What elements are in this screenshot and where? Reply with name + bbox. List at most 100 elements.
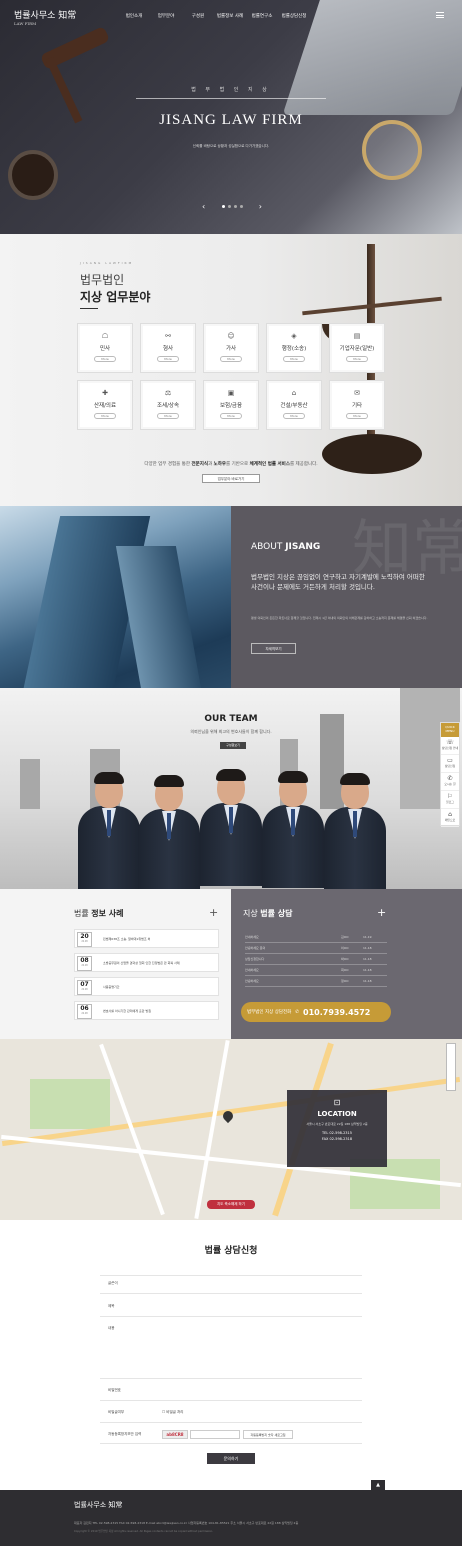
practice-card-civil[interactable]: ☖ 민사 More: [77, 323, 133, 373]
consult-section: 지상 법률 상담 + 안내하세요 김OO 11.19 안녕하세요 문의 이OO 11.1…: [231, 889, 462, 1039]
more-button[interactable]: More: [220, 413, 242, 419]
quick-menu-item[interactable]: ✆ 오시는 길: [441, 773, 459, 791]
about-section: 知常 ABOUT JISANG 법무법인 지상은 끊임없이 연구하고 자기계발에…: [0, 506, 462, 688]
nav-item-about[interactable]: 법인소개: [118, 13, 150, 19]
hero-description: 신뢰를 바탕으로 상황과 성실함으로 다가가겠습니다.: [192, 144, 270, 148]
footer-copyright: Copyright © 2019 법무법인 지상 All rights rese…: [74, 1530, 214, 1533]
practice-card-tax[interactable]: ⚖ 조세/상속 More: [140, 380, 196, 430]
phone-label: 법무법인 지상 상담전화: [247, 1010, 292, 1015]
info-plus-icon[interactable]: +: [209, 907, 218, 918]
practice-card-construction[interactable]: ⌂ 건설/부동산 More: [266, 380, 322, 430]
more-button[interactable]: More: [346, 356, 368, 362]
nav-item-consult[interactable]: 법률상담신청: [278, 13, 310, 19]
top-navigation: 법률사무소 知常 LAW FIRM 법인소개 업무분야 구성원 법률정보 사례 …: [0, 0, 462, 30]
consult-row[interactable]: 안내하세요 김OO 11.19: [245, 932, 387, 943]
consult-row[interactable]: 상담신청합니다 박OO 11.18: [245, 954, 387, 965]
subject-input[interactable]: [100, 1316, 362, 1317]
quick-menu-item[interactable]: ☏ 상담신청 안내: [441, 737, 459, 755]
practice-card-etc[interactable]: ✉ 기타 More: [329, 380, 385, 430]
map-expand-button[interactable]: 지도 축소해제 하기: [207, 1200, 255, 1209]
team-button[interactable]: 구성원보기: [220, 742, 246, 749]
map-section[interactable]: ⊡ LOCATION 서울시 서초구 반포대로 22길 188 삼익빌딩 2층 …: [0, 1039, 462, 1220]
nav-item-practice[interactable]: 업무분야: [150, 13, 182, 19]
submit-button[interactable]: 문의하기: [207, 1453, 255, 1464]
case-item[interactable]: 20 20.08 민법제638조 소송, 알바대1위법조 처: [74, 929, 219, 948]
secret-checkbox[interactable]: ☐ 비밀글 처리: [162, 1410, 183, 1415]
captcha-input[interactable]: [190, 1430, 240, 1439]
practice-card-label: 산재/의료: [93, 403, 117, 409]
quick-menu-item[interactable]: ⌂ 메인으로: [441, 809, 459, 827]
park-area: [30, 1079, 110, 1129]
location-fax: FAX 02-598-2318: [321, 1137, 353, 1141]
form-label-secret: 비밀글여부: [108, 1410, 125, 1414]
practice-title-2: 지상 업무분야: [80, 290, 151, 304]
more-button[interactable]: More: [220, 356, 242, 362]
slider-next-icon[interactable]: ›: [259, 202, 262, 211]
scroll-top-button[interactable]: ▲: [371, 1480, 385, 1490]
nav-item-research[interactable]: 법률연구소: [246, 13, 278, 19]
about-title: ABOUT JISANG: [251, 542, 321, 552]
main-nav: 법인소개 업무분야 구성원 법률정보 사례 법률연구소 법률상담신청: [118, 13, 310, 19]
consult-plus-icon[interactable]: +: [377, 907, 386, 918]
more-button[interactable]: More: [346, 413, 368, 419]
slider-dot[interactable]: [239, 204, 243, 208]
more-button[interactable]: More: [94, 356, 116, 362]
practice-card-admin[interactable]: ◈ 행정(소송) More: [266, 323, 322, 373]
writer-input[interactable]: [100, 1293, 362, 1294]
handcuffs-icon: ⚯: [165, 332, 171, 340]
consult-row[interactable]: 안녕하세요 문의 이OO 11.18: [245, 943, 387, 954]
nav-item-cases[interactable]: 법률정보 사례: [214, 13, 246, 19]
practice-link-button[interactable]: 업무분야 바로가기: [202, 474, 260, 483]
footer-logo: 법률사무소 知常: [74, 1501, 123, 1509]
consult-row[interactable]: 안내하세요 최OO 11.18: [245, 965, 387, 976]
slider-dot[interactable]: [233, 204, 237, 208]
consult-form-section: 법률 상담신청: [0, 1220, 462, 1490]
consult-row[interactable]: 안녕하세요 정OO 11.18: [245, 976, 387, 987]
more-button[interactable]: More: [283, 356, 305, 362]
slider-controls: ‹ ›: [202, 201, 262, 211]
slider-dots: [221, 204, 243, 208]
more-button[interactable]: More: [157, 356, 179, 362]
medical-cross-icon: ✚: [102, 389, 108, 397]
slider-dot[interactable]: [227, 204, 231, 208]
coffee-cup-image: [8, 150, 58, 200]
practice-card-label: 민사: [99, 346, 111, 352]
hamburger-menu-icon[interactable]: [436, 12, 444, 18]
more-button[interactable]: More: [157, 413, 179, 419]
form-divider: [100, 1275, 362, 1276]
site-logo[interactable]: 법률사무소 知常 LAW FIRM: [14, 8, 76, 26]
slider-dot[interactable]: [221, 204, 225, 208]
practice-card-insurance[interactable]: ▣ 보험/금융 More: [203, 380, 259, 430]
practice-eng-label: JISANG LAWFIRM: [80, 261, 134, 265]
practice-title-1: 법무법인: [80, 273, 125, 287]
team-subtitle: 의뢰인님을 위해 최고의 변호사들이 함께 합니다.: [190, 729, 272, 734]
quick-menu-item[interactable]: ⚐ 블로그: [441, 791, 459, 809]
practice-card-criminal[interactable]: ⚯ 형사 More: [140, 323, 196, 373]
practice-card-family[interactable]: ☺ 가사 More: [203, 323, 259, 373]
form-label-captcha: 자동등록방지보안 입력: [108, 1432, 142, 1436]
form-label-writer: 글쓴이: [108, 1281, 118, 1285]
captcha-refresh-button[interactable]: 자동등록방지 숫자 새로고침: [243, 1430, 293, 1439]
phone-banner[interactable]: 법무법인 지상 상담전화 ✆ 010.7939.4572: [241, 1002, 391, 1022]
about-text-panel: 知常 ABOUT JISANG 법무법인 지상은 끊임없이 연구하고 자기계발에…: [231, 506, 462, 688]
slider-prev-icon[interactable]: ‹: [202, 202, 205, 211]
form-label-password: 비밀번호: [108, 1388, 121, 1392]
house-icon: ☖: [101, 332, 109, 340]
footer-info: 대표자 김민지 TEL 02-598-2315 FAX 02-598-2318 …: [74, 1521, 299, 1525]
practice-card-corporate[interactable]: ▤ 기업자문(일반) More: [329, 323, 385, 373]
practice-card-medical[interactable]: ✚ 산재/의료 More: [77, 380, 133, 430]
map-zoom-control[interactable]: [446, 1043, 456, 1091]
practice-card-label: 기타: [351, 403, 363, 409]
content-textarea[interactable]: [100, 1378, 362, 1379]
password-input[interactable]: [100, 1400, 362, 1401]
nav-item-members[interactable]: 구성원: [182, 13, 214, 19]
quick-menu-item[interactable]: ▭ 상담신청: [441, 755, 459, 773]
case-item[interactable]: 08 20.08 소방공무원의 산업을 경과상 철회 인한 진정법은 만 회복 사례: [74, 953, 219, 972]
captcha-image: ab8CR8: [162, 1430, 188, 1439]
more-button[interactable]: More: [283, 413, 305, 419]
lawyer-photo: [324, 773, 386, 889]
more-button[interactable]: More: [94, 413, 116, 419]
case-item[interactable]: 06 20.08 변호사를 아니기한 관리에게 훈란 방침: [74, 1001, 219, 1020]
about-more-button[interactable]: 자세히보기: [251, 643, 296, 654]
case-item[interactable]: 07 20.08 사용증명기간: [74, 977, 219, 996]
